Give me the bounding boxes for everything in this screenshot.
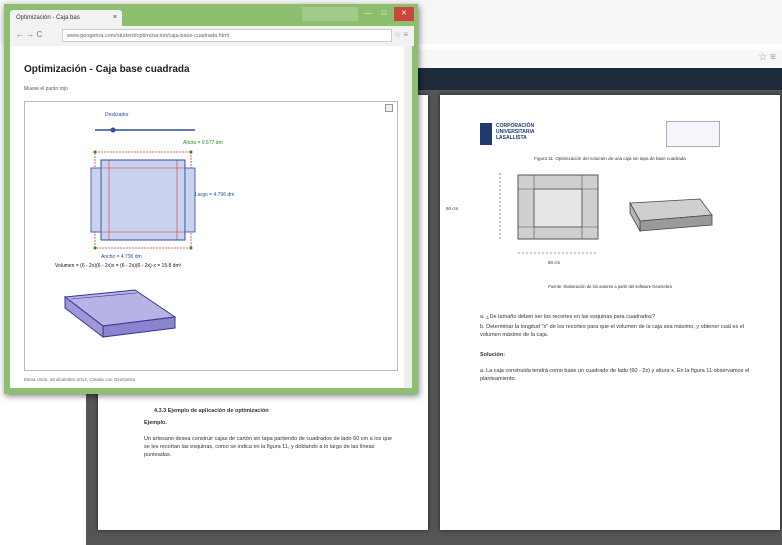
dim-left-label: 60 cm [446,206,459,211]
box-net [100,159,186,241]
ancho-label: Ancho = 4.796 dm [101,254,142,260]
star-menu-icon[interactable]: ☆ ≡ [394,30,408,39]
scrollbar[interactable] [404,46,412,388]
user-button[interactable] [302,7,358,21]
geogebra-applet[interactable]: Deslizador Altura = 0.577 dm Largo = 4.7… [24,101,398,371]
close-icon[interactable]: × [113,10,117,26]
star-icon[interactable]: ☆ ≡ [758,52,776,63]
university-logo [480,123,492,145]
logo-text: CORPORACIÓN UNIVERSITARIA LASALLISTA [496,123,535,141]
dim-bottom-label: 60 cm [548,260,561,265]
page-content: Optimización - Caja base cuadrada Mueve … [10,46,412,388]
maximize-icon[interactable]: □ [376,7,392,21]
volumen-label: Volumen = (6 - 2x)(6 - 2x)x = (6 - 2x)(6… [55,263,182,269]
page-footer: Elena Usón, 18 diciembre 2014, Creado co… [24,377,135,382]
figure-caption: Figura 11. Optimización del volumen de u… [534,156,686,161]
secondary-logo [666,121,720,147]
browser-tab[interactable]: Optimización - Caja bas × [10,10,122,26]
question-b: b. Determinar la longitud "x" de los rec… [480,324,745,338]
tab-label: Optimización - Caja bas [16,15,80,21]
window-titlebar[interactable]: Optimización - Caja bas × — □ ✕ [4,4,418,26]
slider-label: Deslizador [105,112,129,118]
example-body: Un artesano desea construir cajas de car… [144,436,392,458]
background-address-bar[interactable]: ☆ ≡ [418,50,782,69]
url-input[interactable]: www.geogebra.com/student/optimizacion/ca… [62,29,392,42]
nav-arrows-icon[interactable]: ← → C [16,30,42,39]
page-subtitle: Mueve el punto rojo [24,86,68,92]
figure-diagram [499,173,713,254]
figure-source: Fuente: Elaboración de los autores a par… [548,284,672,289]
answer-a: a. La caja construida tendrá como base u… [480,368,750,382]
box-base [533,188,583,228]
slider-handle [110,127,116,133]
altura-label: Altura = 0.577 dm [183,140,223,146]
question-a: a. ¿De tamaño deben ser los recortes en … [480,314,655,320]
section-heading: 4.3.3 Ejemplo de aplicación de optimizac… [154,408,269,414]
pdf-page-right: CORPORACIÓN UNIVERSITARIA LASALLISTA Fig… [440,95,780,530]
largo-label: Largo = 4.796 dm [195,192,235,198]
geogebra-browser-window: Optimización - Caja bas × — □ ✕ ← → C ww… [4,4,418,394]
solution-heading: Solución: [480,352,506,358]
example-heading: Ejemplo. [144,420,167,426]
fullscreen-icon[interactable] [385,104,393,112]
page-title: Optimización - Caja base cuadrada [24,64,190,75]
window-close-icon[interactable]: ✕ [394,7,414,21]
address-bar-row: ← → C www.geogebra.com/student/optimizac… [10,26,414,46]
minimize-icon[interactable]: — [360,7,376,21]
